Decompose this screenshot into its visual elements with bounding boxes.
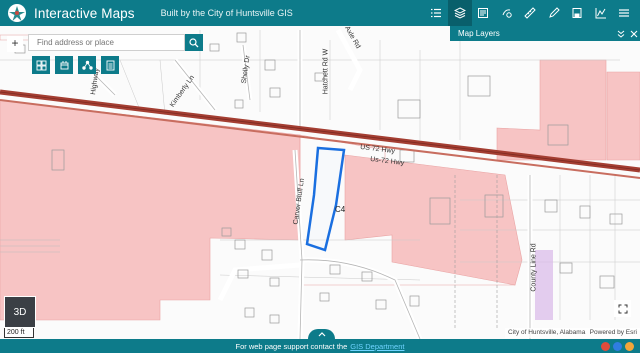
gis-department-link[interactable]: GIS Department bbox=[350, 342, 404, 351]
expand-bottom-panel-button[interactable] bbox=[308, 329, 335, 339]
page-footer: For web page support contact the GIS Dep… bbox=[0, 339, 640, 353]
close-panel-icon[interactable] bbox=[627, 26, 640, 41]
measure-icon[interactable] bbox=[519, 0, 543, 26]
map-widgets bbox=[32, 56, 124, 74]
legend-icon[interactable] bbox=[472, 0, 496, 26]
chevron-up-icon bbox=[318, 331, 325, 336]
app-title: Interactive Maps bbox=[34, 5, 135, 21]
print-widget-icon[interactable] bbox=[101, 56, 119, 74]
city-logo-icon bbox=[8, 4, 26, 22]
parcel-label-c4: C4 bbox=[335, 205, 346, 214]
fullscreen-button[interactable] bbox=[614, 300, 631, 317]
grid-widget-icon[interactable] bbox=[32, 56, 50, 74]
select-widget-icon[interactable] bbox=[55, 56, 73, 74]
attribution-bar: City of Huntsville, Alabama Powered by E… bbox=[505, 328, 640, 338]
road-label-hatchett: Hatchett Rd W bbox=[322, 48, 330, 95]
attribution-source: City of Huntsville, Alabama bbox=[508, 329, 586, 336]
app-header: Interactive Maps Built by the City of Hu… bbox=[0, 0, 640, 26]
attribution-esri[interactable]: Powered by Esri bbox=[590, 328, 637, 338]
menu-icon[interactable] bbox=[613, 0, 637, 26]
share-widget-icon[interactable] bbox=[78, 56, 96, 74]
print-icon[interactable] bbox=[566, 0, 590, 26]
search-box bbox=[28, 34, 185, 51]
help-icon bbox=[613, 341, 622, 351]
accessibility-icon bbox=[601, 341, 610, 351]
search-button[interactable] bbox=[185, 34, 203, 51]
footer-text: For web page support contact the bbox=[235, 341, 348, 351]
draw-icon[interactable] bbox=[542, 0, 566, 26]
accessibility-widget[interactable] bbox=[598, 339, 634, 353]
zoom-in-button[interactable]: + bbox=[7, 36, 23, 52]
fullscreen-icon bbox=[618, 304, 627, 313]
layers-panel-header: Map Layers bbox=[450, 26, 640, 41]
search-input[interactable] bbox=[29, 38, 179, 47]
header-toolbar bbox=[425, 0, 637, 26]
chart-icon[interactable] bbox=[589, 0, 613, 26]
collapse-panel-icon[interactable] bbox=[614, 26, 627, 41]
road-label-county-line: County Line Rd bbox=[530, 243, 538, 292]
info-icon bbox=[625, 341, 634, 351]
basemap-gallery-icon[interactable] bbox=[495, 0, 519, 26]
basemap-toggle[interactable]: 3D bbox=[4, 296, 36, 328]
layers-panel-title: Map Layers bbox=[458, 29, 500, 38]
search-icon bbox=[189, 37, 199, 47]
list-icon[interactable] bbox=[425, 0, 449, 26]
scale-bar: 200 ft bbox=[4, 328, 34, 338]
layers-icon[interactable] bbox=[448, 0, 472, 26]
app-subtitle: Built by the City of Huntsville GIS bbox=[160, 8, 293, 18]
